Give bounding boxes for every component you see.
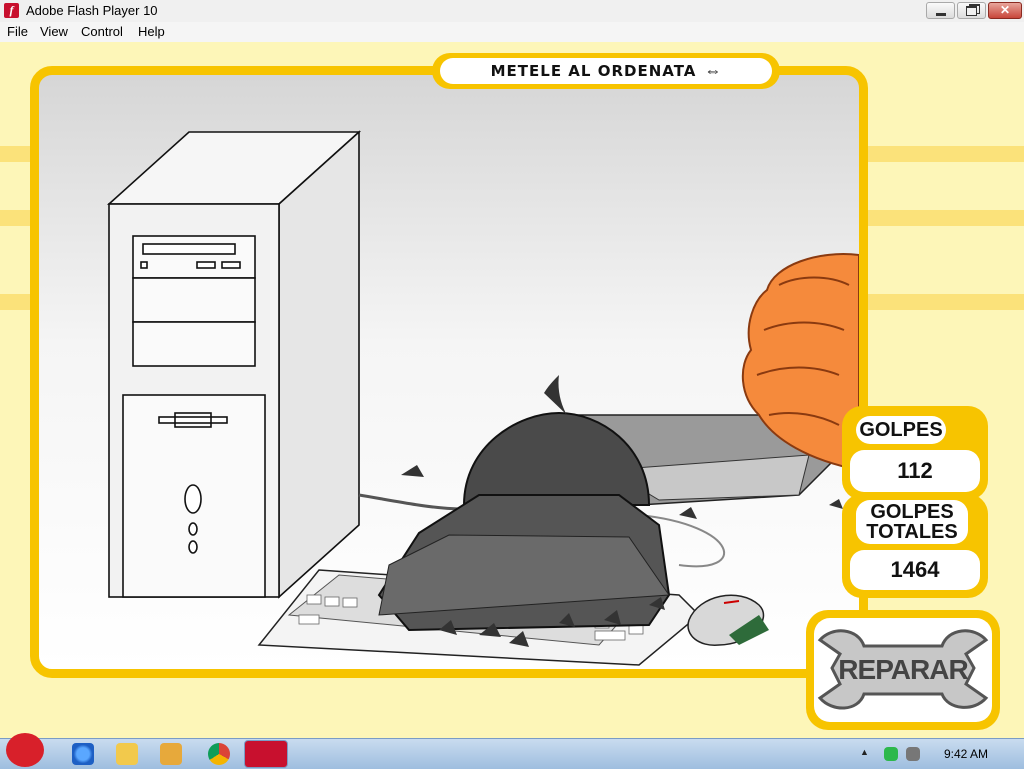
folder-icon[interactable] <box>116 743 138 765</box>
flash-player-icon: f <box>4 3 19 18</box>
broken-mouse[interactable] <box>687 594 769 646</box>
tray-expand-icon[interactable]: ▲ <box>860 747 869 757</box>
menu-bar: File View Control Help <box>0 22 1024 42</box>
menu-control[interactable]: Control <box>81 24 123 39</box>
total-hits-label-line2: TOTALES <box>866 521 958 543</box>
menu-view[interactable]: View <box>40 24 68 39</box>
menu-help[interactable]: Help <box>138 24 165 39</box>
volume-muted-icon[interactable] <box>906 747 920 761</box>
hits-panel: GOLPES 112 <box>842 406 988 500</box>
internet-explorer-icon[interactable] <box>72 743 94 765</box>
network-icon[interactable] <box>884 747 898 761</box>
game-title-inner: METELE AL ORDENATA ⇔ <box>440 58 772 84</box>
repair-button[interactable]: REPARAR <box>814 618 992 722</box>
flash-player-taskbar-button[interactable] <box>244 740 288 768</box>
restore-icon-front <box>966 6 977 16</box>
taskbar: ▲ 9:42 AM <box>0 733 1024 769</box>
repair-label: REPARAR <box>838 654 968 685</box>
clock[interactable]: 9:42 AM <box>944 747 988 761</box>
hits-label: GOLPES <box>859 419 943 441</box>
total-hits-value-box: 1464 <box>850 550 980 590</box>
window-title: Adobe Flash Player 10 <box>26 3 158 18</box>
crushed-monitor[interactable] <box>377 375 671 632</box>
flash-content[interactable]: METELE AL ORDENATA ⇔ GOLPES 112 GOLPES TO… <box>0 42 1024 738</box>
restore-button[interactable] <box>957 2 986 19</box>
scene-illustration[interactable] <box>39 75 859 669</box>
hits-value-box: 112 <box>850 450 980 492</box>
minimize-icon <box>936 13 946 16</box>
game-title: METELE AL ORDENATA <box>490 62 697 80</box>
game-title-banner: METELE AL ORDENATA ⇔ <box>432 53 780 89</box>
hits-value: 112 <box>897 458 933 483</box>
computer-tower[interactable] <box>106 130 362 599</box>
total-hits-label-box: GOLPES TOTALES <box>856 500 968 544</box>
repair-panel: REPARAR <box>806 610 1000 730</box>
game-stage[interactable] <box>30 66 868 678</box>
window-titlebar[interactable]: f Adobe Flash Player 10 ✕ <box>0 0 1024 23</box>
hits-label-box: GOLPES <box>856 416 946 444</box>
decor-stripe <box>860 294 1024 310</box>
close-button[interactable]: ✕ <box>988 2 1022 19</box>
swap-arrow-icon[interactable]: ⇔ <box>704 58 721 84</box>
minimize-button[interactable] <box>926 2 955 19</box>
media-player-icon[interactable] <box>160 743 182 765</box>
total-hits-label-line1: GOLPES <box>870 501 954 523</box>
total-hits-panel: GOLPES TOTALES 1464 <box>842 494 988 598</box>
total-hits-value: 1464 <box>890 557 940 582</box>
angry-birds-start-icon[interactable] <box>6 733 44 767</box>
decor-stripe <box>860 146 1024 162</box>
close-icon: ✕ <box>999 3 1011 17</box>
decor-stripe <box>860 210 1024 226</box>
chrome-icon[interactable] <box>208 743 230 765</box>
menu-file[interactable]: File <box>7 24 28 39</box>
